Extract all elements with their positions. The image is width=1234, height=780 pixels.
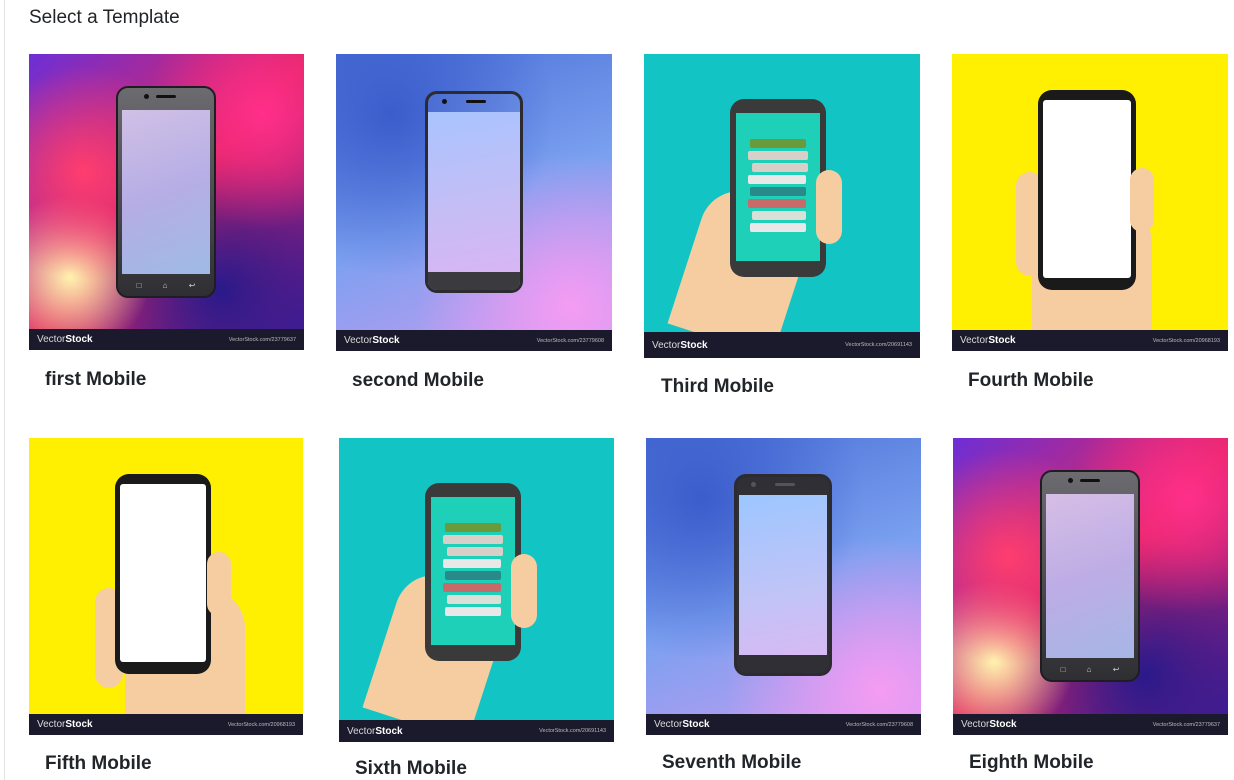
fingers-illustration [511, 554, 537, 628]
thumb-illustration [1130, 168, 1154, 232]
phone-illustration: □ ⌂ ↩ [1040, 470, 1140, 682]
phone-illustration [425, 91, 523, 293]
left-border [4, 0, 5, 780]
phone-illustration [730, 99, 826, 277]
watermark-bar: VectorStock VectorStock.com/20691143 [339, 720, 614, 742]
template-title: Fifth Mobile [45, 753, 152, 774]
watermark-bar: VectorStock VectorStock.com/23779637 [29, 329, 304, 350]
thumb-illustration [207, 552, 231, 616]
template-thumbnail: VectorStock VectorStock.com/20968193 [29, 438, 303, 735]
template-card-fourth[interactable]: VectorStock VectorStock.com/20968193 Fou… [952, 54, 1228, 399]
template-card-first[interactable]: □ ⌂ ↩ VectorStock VectorStock.com/23779637… [29, 54, 305, 399]
watermark-bar: VectorStock VectorStock.com/23779608 [336, 330, 612, 351]
template-title: Fourth Mobile [968, 370, 1094, 391]
template-thumbnail: VectorStock VectorStock.com/20968193 [952, 54, 1228, 351]
phone-illustration [1038, 90, 1136, 290]
template-thumbnail: VectorStock VectorStock.com/20691143 [339, 438, 614, 742]
template-thumbnail: VectorStock VectorStock.com/20691143 [644, 54, 920, 358]
template-title: Sixth Mobile [355, 758, 467, 779]
watermark-bar: VectorStock VectorStock.com/23779637 [953, 714, 1228, 735]
watermark-bar: VectorStock VectorStock.com/20691143 [644, 332, 920, 358]
template-title: first Mobile [45, 369, 147, 390]
template-card-sixth[interactable]: VectorStock VectorStock.com/20691143 Six… [339, 438, 615, 780]
template-title: Eighth Mobile [969, 752, 1094, 773]
template-card-fifth[interactable]: VectorStock VectorStock.com/20968193 Fif… [29, 438, 305, 780]
template-thumbnail: VectorStock VectorStock.com/23779608 [336, 54, 612, 351]
template-title: second Mobile [352, 370, 484, 391]
template-title: Third Mobile [661, 376, 774, 397]
fingers-illustration [816, 170, 842, 244]
page-title: Select a Template [29, 7, 180, 28]
phone-illustration [115, 474, 211, 674]
watermark-bar: VectorStock VectorStock.com/23779608 [646, 714, 921, 735]
watermark-bar: VectorStock VectorStock.com/20968193 [952, 330, 1228, 351]
template-card-eighth[interactable]: □ ⌂ ↩ VectorStock VectorStock.com/23779637… [953, 438, 1229, 780]
template-title: Seventh Mobile [662, 752, 802, 773]
template-card-second[interactable]: VectorStock VectorStock.com/23779608 sec… [336, 54, 612, 399]
template-card-third[interactable]: VectorStock VectorStock.com/20691143 Thi… [644, 54, 920, 399]
template-thumbnail: □ ⌂ ↩ VectorStock VectorStock.com/23779637 [29, 54, 304, 350]
phone-illustration [425, 483, 521, 661]
template-card-seventh[interactable]: VectorStock VectorStock.com/23779608 Sev… [646, 438, 922, 780]
template-thumbnail: □ ⌂ ↩ VectorStock VectorStock.com/23779637 [953, 438, 1228, 735]
watermark-bar: VectorStock VectorStock.com/20968193 [29, 714, 303, 735]
phone-illustration: □ ⌂ ↩ [116, 86, 216, 298]
template-thumbnail: VectorStock VectorStock.com/23779608 [646, 438, 921, 735]
phone-illustration [734, 474, 832, 676]
